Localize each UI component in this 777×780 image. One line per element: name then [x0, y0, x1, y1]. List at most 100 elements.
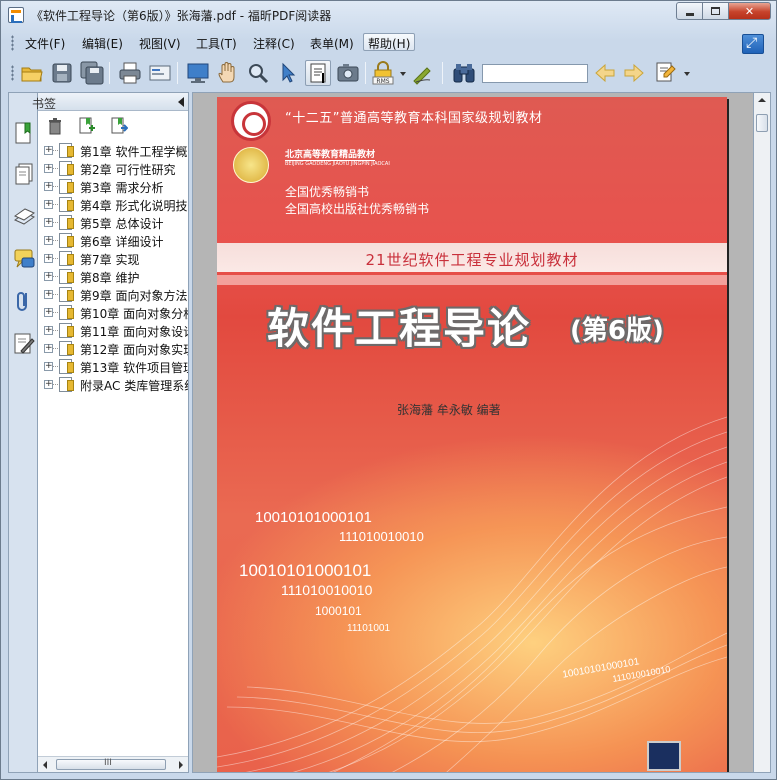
- toolbar-grip[interactable]: [11, 65, 14, 81]
- expand-icon[interactable]: +: [44, 164, 53, 173]
- bookmark-item[interactable]: + 第1章 软件工程学概述: [38, 142, 188, 160]
- expand-icon[interactable]: +: [44, 344, 53, 353]
- bookmark-item[interactable]: + 第9章 面向对象方法学引论: [38, 286, 188, 304]
- menu-edit[interactable]: 编辑(E): [78, 34, 127, 52]
- bookmark-item[interactable]: + 第11章 面向对象设计: [38, 322, 188, 340]
- cover-series: “十二五”普通高等教育本科国家级规划教材: [285, 111, 543, 126]
- menu-tools[interactable]: 工具(T): [192, 34, 241, 52]
- signatures-panel-icon[interactable]: [13, 331, 35, 354]
- scroll-up-icon[interactable]: [758, 98, 766, 102]
- sign-pen-icon[interactable]: [410, 60, 436, 86]
- expand-icon[interactable]: +: [44, 200, 53, 209]
- expand-icon[interactable]: +: [44, 236, 53, 245]
- bookmark-item[interactable]: + 第5章 总体设计: [38, 214, 188, 232]
- bookmark-page-icon: [59, 341, 74, 356]
- bookmark-item[interactable]: + 附录AC 类库管理系统: [38, 376, 188, 394]
- award-medal-logo: [233, 147, 269, 183]
- binary-text-3: 10010101000101: [239, 561, 372, 580]
- cover-publisher-tag-pinyin: BEIJING GAODENG JIAOYU JINGPIN JIAOCAI: [285, 161, 390, 167]
- scrollbar-thumb[interactable]: III: [56, 758, 166, 770]
- title-bar[interactable]: 《软件工程导论（第6版）》张海藩.pdf - 福昕PDF阅读器 ✕: [1, 1, 776, 29]
- comments-panel-icon[interactable]: [13, 247, 35, 269]
- minimize-button[interactable]: [676, 2, 702, 20]
- bookmark-item[interactable]: + 第13章 软件项目管理: [38, 358, 188, 376]
- bookmark-item[interactable]: + 第6章 详细设计: [38, 232, 188, 250]
- document-view[interactable]: “十二五”普通高等教育本科国家级规划教材 北京高等教育精品教材 BEIJING …: [192, 92, 754, 773]
- select-arrow-icon[interactable]: [275, 60, 301, 86]
- highlight-dropdown-arrow[interactable]: [684, 72, 690, 76]
- menu-help[interactable]: 帮助(H): [363, 33, 416, 51]
- menubar-grip[interactable]: [11, 35, 14, 51]
- cover-title: 软件工程导论: [267, 304, 532, 353]
- add-child-bookmark-icon[interactable]: [110, 117, 129, 135]
- prev-result-icon[interactable]: [592, 60, 618, 86]
- email-icon[interactable]: [147, 60, 173, 86]
- hand-tool-icon[interactable]: [215, 60, 241, 86]
- print-icon[interactable]: [117, 60, 143, 86]
- bookmark-label: 附录AC 类库管理系统: [80, 379, 188, 393]
- close-button[interactable]: ✕: [728, 2, 771, 20]
- fullscreen-toggle-button[interactable]: [742, 34, 764, 54]
- scrollbar-thumb[interactable]: [756, 114, 768, 132]
- bookmark-label: 第2章 可行性研究: [80, 163, 176, 177]
- expand-icon[interactable]: +: [44, 254, 53, 263]
- toolbar-separator: [177, 62, 178, 84]
- bookmarks-horizontal-scrollbar[interactable]: III: [38, 756, 188, 772]
- toolbar-separator: [365, 62, 366, 84]
- search-input[interactable]: [482, 64, 588, 83]
- save-icon[interactable]: [49, 60, 75, 86]
- binoculars-icon[interactable]: [451, 60, 477, 86]
- open-folder-icon[interactable]: [19, 60, 45, 86]
- bookmark-item[interactable]: + 第4章 形式化说明技术: [38, 196, 188, 214]
- document-vertical-scrollbar[interactable]: [754, 92, 771, 773]
- bookmark-item[interactable]: + 第12章 面向对象实现: [38, 340, 188, 358]
- menu-comment[interactable]: 注释(C): [249, 34, 299, 52]
- expand-icon[interactable]: +: [44, 308, 53, 317]
- highlight-icon[interactable]: [653, 60, 679, 86]
- binary-text-2: 111010010010: [339, 529, 424, 544]
- app-logo-icon: [8, 7, 24, 23]
- rms-lock-icon[interactable]: RMS: [370, 60, 396, 86]
- expand-icon[interactable]: +: [44, 182, 53, 191]
- expand-icon[interactable]: +: [44, 146, 53, 155]
- bookmark-page-icon: [59, 359, 74, 374]
- bookmark-label: 第5章 总体设计: [80, 217, 164, 231]
- bookmark-item[interactable]: + 第8章 维护: [38, 268, 188, 286]
- bookmark-page-icon: [59, 197, 74, 212]
- layers-panel-icon[interactable]: [13, 205, 36, 227]
- scroll-left-icon[interactable]: [43, 761, 47, 769]
- menu-view[interactable]: 视图(V): [135, 34, 185, 52]
- menu-form[interactable]: 表单(M): [306, 34, 358, 52]
- bookmark-item[interactable]: + 第2章 可行性研究: [38, 160, 188, 178]
- add-bookmark-icon[interactable]: [78, 117, 96, 135]
- menu-file[interactable]: 文件(F): [21, 34, 69, 52]
- expand-icon[interactable]: +: [44, 218, 53, 227]
- text-select-icon[interactable]: [305, 60, 331, 86]
- binary-text-4: 111010010010: [281, 582, 373, 598]
- fullscreen-icon[interactable]: [185, 60, 211, 86]
- rms-dropdown-arrow[interactable]: [400, 72, 406, 76]
- expand-icon[interactable]: +: [44, 290, 53, 299]
- next-result-icon[interactable]: [621, 60, 647, 86]
- collapse-panel-icon[interactable]: [178, 97, 184, 107]
- save-all-icon[interactable]: [79, 60, 105, 86]
- expand-icon[interactable]: +: [44, 362, 53, 371]
- cover-edition: (第6版): [570, 316, 664, 346]
- snapshot-icon[interactable]: [335, 60, 361, 86]
- menu-bar: 文件(F) 编辑(E) 视图(V) 工具(T) 注释(C) 表单(M) 帮助(H…: [1, 29, 776, 55]
- zoom-tool-icon[interactable]: [245, 60, 271, 86]
- expand-icon[interactable]: +: [44, 380, 53, 389]
- scroll-right-icon[interactable]: [179, 761, 183, 769]
- delete-bookmark-icon[interactable]: [46, 117, 64, 135]
- maximize-button[interactable]: [702, 2, 728, 20]
- bookmark-item[interactable]: + 第10章 面向对象分析: [38, 304, 188, 322]
- bookmark-page-icon: [59, 161, 74, 176]
- expand-icon[interactable]: +: [44, 272, 53, 281]
- attachments-panel-icon[interactable]: [13, 289, 35, 311]
- pages-panel-icon[interactable]: [13, 163, 35, 185]
- cover-bestseller-1: 全国优秀畅销书: [285, 185, 370, 199]
- expand-icon[interactable]: +: [44, 326, 53, 335]
- bookmark-item[interactable]: + 第3章 需求分析: [38, 178, 188, 196]
- bookmark-item[interactable]: + 第7章 实现: [38, 250, 188, 268]
- bookmarks-panel-icon[interactable]: [13, 121, 35, 144]
